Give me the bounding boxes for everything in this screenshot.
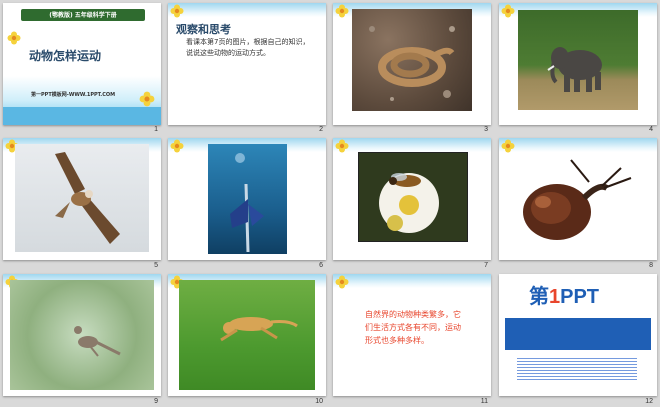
slide-title: 动物怎样运动: [29, 49, 102, 63]
snake-shape: [369, 26, 455, 101]
slide-number: 3: [484, 126, 488, 133]
snail-shape: [523, 159, 632, 240]
flower-icon: [335, 4, 349, 18]
slide-number: 12: [645, 398, 653, 405]
slide-number: 5: [154, 262, 158, 269]
link-list: [517, 356, 637, 382]
slide-number: 2: [319, 126, 323, 133]
slide-number: 8: [649, 262, 653, 269]
sailfish-photo: [208, 144, 287, 254]
bee-photo: [358, 152, 468, 242]
bee-shape: [379, 173, 439, 233]
slide-number: 1: [154, 126, 158, 133]
sailfish-shape: [230, 153, 264, 253]
sky-band: [333, 138, 491, 152]
sky-band: [168, 3, 326, 17]
banner-text: (鄂教版) 五年级科学下册: [49, 12, 117, 19]
cheetah-shape: [220, 317, 298, 342]
kangaroo-shape: [74, 326, 121, 357]
slide-number: 9: [154, 398, 158, 405]
flower-icon: [170, 139, 184, 153]
sky-band: [333, 274, 491, 288]
cheetah-photo: [179, 280, 315, 390]
slide-thumbnail-8[interactable]: [499, 138, 657, 260]
logo-digit: 1: [549, 286, 561, 308]
snake-photo: [352, 9, 472, 111]
flower-icon: [139, 91, 155, 107]
slide-thumbnail-12[interactable]: 第1PPT: [499, 274, 657, 396]
slide-body-text: 自然界的动物种类繁多，它们生活方式各有不同，运动形式也多种多样。: [365, 310, 461, 345]
flower-icon: [7, 31, 21, 45]
slide-thumbnail-2[interactable]: 观察和思考 看课本第7页的图片，根据自己的知识，说说这些动物的运动方式。: [168, 3, 326, 125]
elephant-shape: [547, 47, 602, 92]
brand-logo: 第1PPT: [529, 280, 599, 309]
flower-icon: [501, 4, 515, 18]
slide-thumbnail-10[interactable]: [168, 274, 326, 396]
slide-number: 7: [484, 262, 488, 269]
slide-thumbnail-7[interactable]: [333, 138, 491, 260]
slide-thumbnail-1[interactable]: (鄂教版) 五年级科学下册 动物怎样运动 第一PPT模板网-WWW.1PPT.C…: [3, 3, 161, 125]
flower-icon: [335, 275, 349, 289]
elephant-photo: [518, 10, 638, 110]
slide-footer: 第一PPT模板网-WWW.1PPT.COM: [31, 92, 116, 98]
info-panel: [505, 318, 651, 350]
kangaroo-photo: [10, 280, 154, 390]
flower-icon: [170, 4, 184, 18]
logo-suffix: PPT: [560, 286, 600, 308]
slide-number: 11: [480, 398, 488, 405]
logo-prefix: 第: [529, 286, 549, 308]
hawk-shape: [55, 152, 120, 244]
slide-thumbnail-4[interactable]: [499, 3, 657, 125]
slide-number: 10: [315, 398, 323, 405]
slide-thumbnail-9[interactable]: [3, 274, 161, 396]
slide-thumbnail-5[interactable]: [3, 138, 161, 260]
slide-thumbnail-11[interactable]: 自然界的动物种类繁多，它们生活方式各有不同，运动形式也多种多样。: [333, 274, 491, 396]
hawk-photo: [15, 144, 149, 252]
slide-number: 4: [649, 126, 653, 133]
slide-thumbnail-6[interactable]: [168, 138, 326, 260]
flower-icon: [335, 139, 349, 153]
slide-thumbnail-3[interactable]: [333, 3, 491, 125]
slide-heading: 观察和思考: [176, 23, 231, 36]
bottom-wave: [3, 107, 161, 125]
slide-number: 6: [319, 262, 323, 269]
slide-body-text: 看课本第7页的图片，根据自己的知识，说说这些动物的运动方式。: [186, 38, 310, 57]
